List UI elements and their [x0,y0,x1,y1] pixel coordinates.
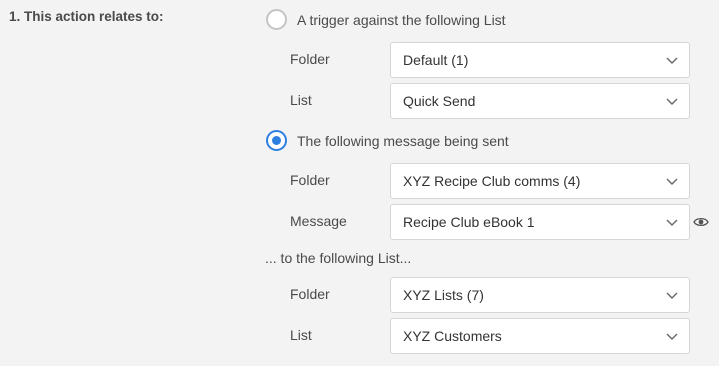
target-list-heading: ... to the following List... [265,250,412,266]
chevron-down-icon [666,333,678,340]
list-label-1: List [290,92,312,108]
chevron-down-icon [666,292,678,299]
message-select-value: Recipe Club eBook 1 [403,214,535,230]
message-select[interactable]: Recipe Club eBook 1 [390,204,690,240]
section-label: 1. This action relates to: [9,9,164,24]
list-select-1-value: Quick Send [403,93,476,109]
radio-trigger-list[interactable]: A trigger against the following List [266,9,506,30]
eye-icon[interactable] [693,214,709,230]
radio-message-sent[interactable]: The following message being sent [266,130,509,151]
radio-button-checked[interactable] [266,130,287,151]
folder-label-3: Folder [290,286,330,302]
radio-button-unchecked[interactable] [266,9,287,30]
folder-label-1: Folder [290,51,330,67]
folder-select-2-value: XYZ Recipe Club comms (4) [403,173,581,189]
list-select-1[interactable]: Quick Send [390,83,690,119]
chevron-down-icon [666,219,678,226]
folder-select-1[interactable]: Default (1) [390,42,690,78]
label-column [0,0,256,366]
folder-select-3-value: XYZ Lists (7) [403,287,484,303]
chevron-down-icon [666,98,678,105]
folder-label-2: Folder [290,172,330,188]
folder-select-1-value: Default (1) [403,52,469,68]
message-label: Message [290,213,347,229]
folder-select-3[interactable]: XYZ Lists (7) [390,277,690,313]
folder-select-2[interactable]: XYZ Recipe Club comms (4) [390,163,690,199]
chevron-down-icon [666,57,678,64]
chevron-down-icon [666,178,678,185]
radio-trigger-list-label: A trigger against the following List [297,11,506,28]
list-label-3: List [290,327,312,343]
list-select-3[interactable]: XYZ Customers [390,318,690,354]
list-select-3-value: XYZ Customers [403,328,502,344]
radio-message-sent-label: The following message being sent [297,132,509,149]
